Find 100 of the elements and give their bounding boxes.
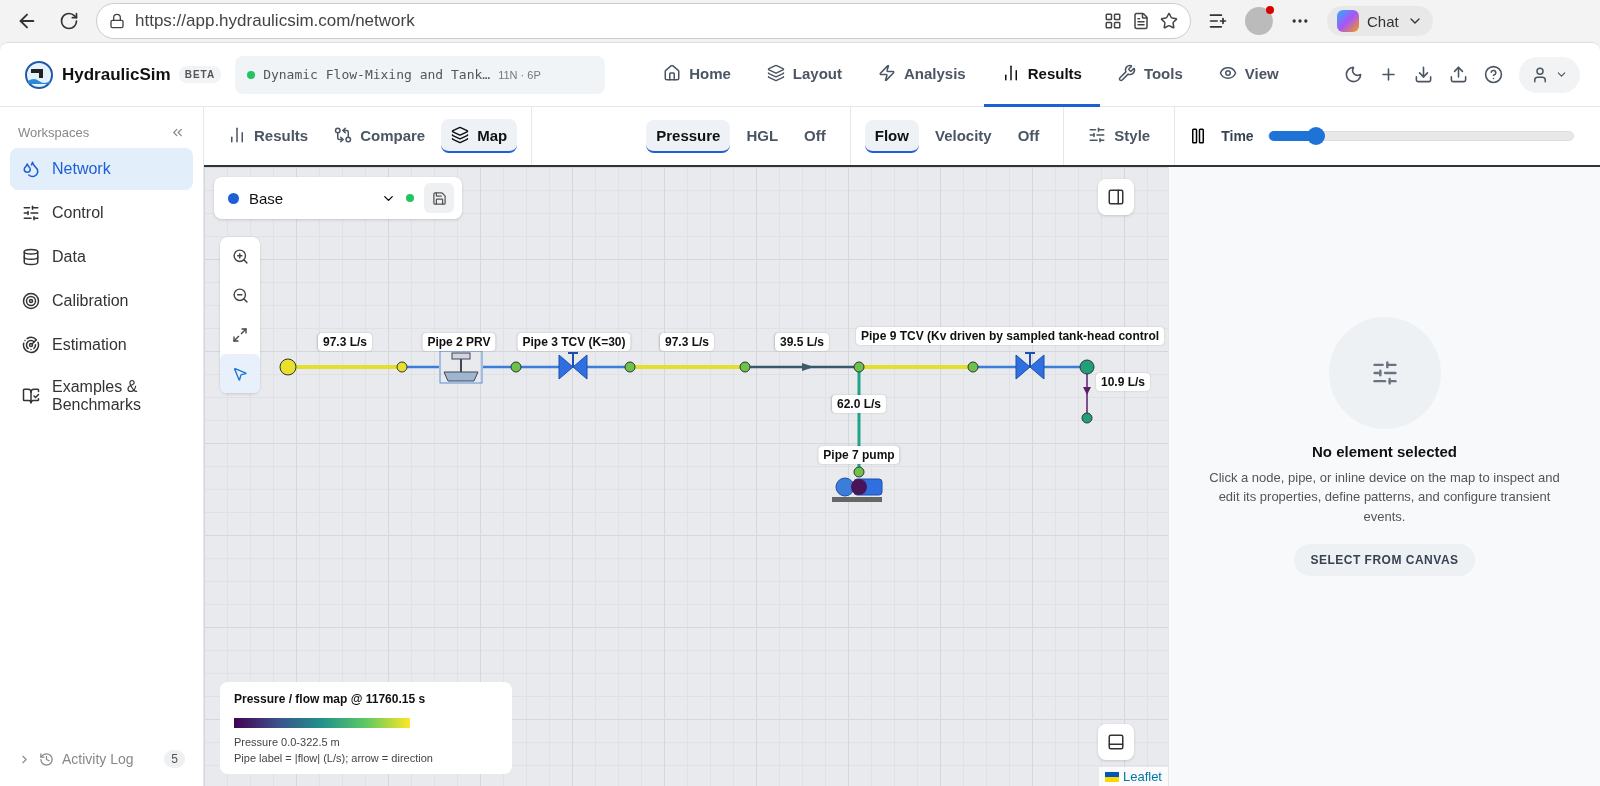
chat-button[interactable]: Chat <box>1327 6 1433 36</box>
nav-tab[interactable]: Analysis <box>860 43 984 107</box>
attribution-link[interactable]: Leaflet <box>1122 769 1162 784</box>
document-icon[interactable] <box>1132 12 1150 30</box>
junction-node[interactable] <box>1081 412 1093 424</box>
legend-range: Pressure 0.0-322.5 m <box>234 736 341 748</box>
activity-log-label[interactable]: Activity Log <box>62 751 134 767</box>
junction-node[interactable] <box>739 361 751 373</box>
nav-tab[interactable]: Tools <box>1099 43 1201 107</box>
logo-icon <box>24 59 54 90</box>
favorites-icon[interactable] <box>1208 11 1228 31</box>
star-icon[interactable] <box>1160 12 1178 30</box>
help-icon[interactable] <box>1484 65 1503 84</box>
pipe-label: Pipe 3 TCV (K=30) <box>517 333 631 351</box>
nav-tab[interactable]: Home <box>645 43 749 107</box>
address-bar[interactable]: https://app.hydraulicsim.com/network <box>96 3 1191 39</box>
notification-dot <box>1266 6 1274 14</box>
bottom-panel-icon <box>1107 733 1125 751</box>
toggle-tab[interactable]: Pressure <box>646 119 731 153</box>
droplets-icon <box>22 160 40 178</box>
save-icon <box>431 190 447 206</box>
radar-icon <box>22 336 40 354</box>
user-menu-button[interactable] <box>1519 56 1580 93</box>
layers-icon <box>766 64 785 82</box>
app-name: HydraulicSim <box>62 64 171 85</box>
profile-avatar[interactable] <box>1245 7 1273 35</box>
mode-tab[interactable]: Compare <box>324 119 436 153</box>
pipe-label: 39.5 L/s <box>775 333 829 351</box>
sidebar-item[interactable]: Control <box>10 192 193 234</box>
expand-arrows-icon <box>232 326 248 343</box>
mode-tab[interactable]: Results <box>218 119 319 153</box>
junction-node[interactable] <box>853 361 865 373</box>
lightning-icon <box>878 64 896 82</box>
valve-icon <box>1015 352 1045 380</box>
inspector-description: Click a node, pipe, or inline device on the map to inspect and edit its properties, define patterns, and configure transient events. <box>1208 468 1561 526</box>
history-icon <box>39 751 54 767</box>
toggle-tab[interactable]: Flow <box>864 119 919 153</box>
project-selector[interactable]: Dynamic Flow-Mixing and Tank… 11N · 6P <box>235 55 606 94</box>
save-button[interactable] <box>424 183 454 213</box>
project-counts: 11N · 6P <box>498 68 541 81</box>
pointer-button[interactable] <box>220 354 260 393</box>
bottom-panel-button[interactable] <box>1098 724 1134 760</box>
sidebar-item[interactable]: Estimation <box>10 324 193 366</box>
sidebar-item[interactable]: Examples & Benchmarks <box>10 368 193 424</box>
junction-node[interactable] <box>624 361 636 373</box>
panel-toggle-button[interactable] <box>1098 179 1134 215</box>
reload-icon[interactable] <box>59 11 79 31</box>
pipe-label: 10.9 L/s <box>1096 373 1151 391</box>
database-icon <box>22 248 40 266</box>
nav-tab[interactable]: Results <box>983 43 1100 107</box>
legend-title: Pressure / flow map @ 11760.15 s <box>234 692 427 706</box>
junction-node[interactable] <box>510 361 522 373</box>
layers-icon <box>451 126 470 144</box>
download-icon[interactable] <box>1414 65 1433 84</box>
sliders-icon <box>22 204 40 222</box>
toggle-tab[interactable]: HGL <box>736 119 789 153</box>
nav-tab[interactable]: View <box>1200 43 1297 107</box>
flag-icon <box>1104 771 1119 782</box>
scenario-dot <box>228 192 239 204</box>
pipe-label: 97.3 L/s <box>660 333 714 351</box>
pump-drawing <box>832 477 883 502</box>
toggle-tab[interactable]: Velocity <box>924 119 1002 153</box>
pipe-label: 62.0 L/s <box>832 395 886 413</box>
status-dot <box>406 194 414 202</box>
toggle-tab[interactable]: Off <box>794 119 836 153</box>
moon-icon[interactable] <box>1344 65 1363 84</box>
style-button[interactable]: Style <box>1078 119 1161 153</box>
pipe[interactable] <box>750 363 854 371</box>
scenario-selector[interactable]: Base <box>214 177 462 219</box>
scenario-name: Base <box>249 189 285 207</box>
status-dot <box>247 70 256 79</box>
junction-node[interactable] <box>853 466 865 478</box>
pipe-label: 97.3 L/s <box>318 333 372 351</box>
zoom-in-icon <box>231 248 249 265</box>
junction-node[interactable] <box>967 361 979 373</box>
slider-thumb[interactable] <box>1306 127 1325 145</box>
toggle-tab[interactable]: Off <box>1007 119 1050 153</box>
upload-icon[interactable] <box>1449 65 1468 84</box>
mode-tab[interactable]: Map <box>441 119 518 153</box>
nav-tab[interactable]: Layout <box>748 43 860 107</box>
sidebar-item[interactable]: Calibration <box>10 280 193 322</box>
lock-icon <box>109 13 125 29</box>
inspector-title: No element selected <box>1311 442 1458 460</box>
pipe-label: Pipe 9 TCV (Kv driven by sampled tank-head control <box>856 327 1165 345</box>
select-from-canvas-button[interactable]: SELECT FROM CANVAS <box>1294 544 1475 577</box>
sidebar-item[interactable]: Network <box>10 148 193 190</box>
side-panel-icon <box>1107 188 1125 206</box>
junction-node[interactable] <box>279 358 297 376</box>
pipe[interactable] <box>1083 373 1091 414</box>
bar-chart-icon <box>228 126 246 144</box>
sidebar-item[interactable]: Data <box>10 236 193 278</box>
beta-badge: BETA <box>178 66 222 83</box>
wrench-icon <box>1117 64 1136 82</box>
pointer-icon <box>232 365 248 382</box>
junction-node[interactable] <box>1079 359 1095 375</box>
project-title: Dynamic Flow-Mixing and Tank… <box>263 67 491 82</box>
grid-icon[interactable] <box>1104 12 1122 30</box>
plus-icon[interactable] <box>1379 65 1398 84</box>
legend-note: Pipe label = |flow| (L/s); arrow = direction <box>234 752 434 764</box>
junction-node[interactable] <box>396 361 408 373</box>
